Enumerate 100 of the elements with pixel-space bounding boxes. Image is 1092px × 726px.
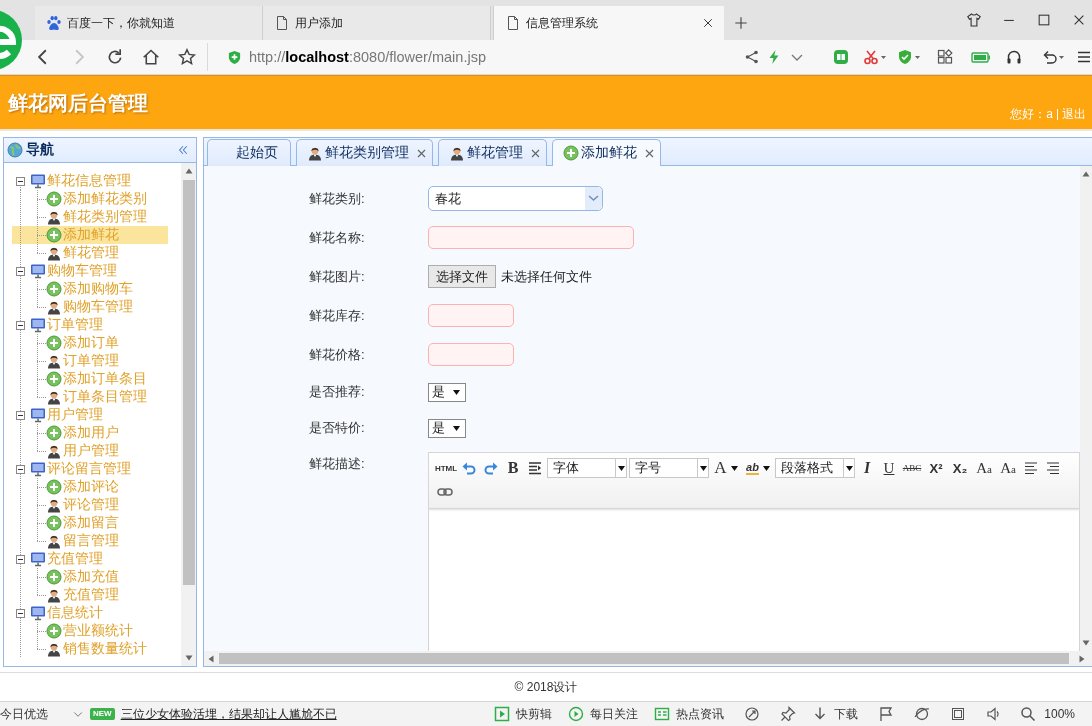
scrollbar-thumb[interactable]	[219, 653, 1069, 664]
toolbar-dropdown[interactable]: 段落格式	[775, 458, 855, 478]
close-icon[interactable]	[1072, 13, 1086, 27]
minus-box-icon[interactable]	[15, 554, 25, 564]
today-picks-label[interactable]: 今日优选	[0, 705, 48, 723]
double-chevron-icon[interactable]	[177, 143, 189, 157]
new-tab-icon[interactable]	[734, 16, 748, 30]
arrow-right-icon[interactable]	[1078, 654, 1086, 663]
greeting-text: 您好：a	[1010, 106, 1053, 123]
minus-box-icon[interactable]	[15, 176, 25, 186]
text-field[interactable]	[428, 226, 634, 249]
browser-tab[interactable]: 用户添加	[263, 6, 491, 40]
select-dropdown[interactable]: 是	[428, 382, 466, 402]
daily-follow-button[interactable]: 每日关注	[568, 705, 639, 723]
font-color-button[interactable]: A	[711, 458, 741, 478]
superscript-button[interactable]: X²	[925, 458, 947, 478]
plus-circle-icon	[46, 623, 62, 639]
plus-circle-icon	[46, 371, 62, 387]
case-button[interactable]: Aa	[997, 458, 1019, 478]
undo-icon[interactable]	[1041, 49, 1065, 65]
text-field[interactable]	[428, 304, 514, 327]
window-icon[interactable]	[950, 706, 967, 722]
hot-news-button[interactable]: 热点资讯	[654, 705, 725, 723]
scrollbar-thumb[interactable]	[182, 180, 195, 585]
arrow-up-icon[interactable]	[184, 167, 193, 175]
arrow-down-icon[interactable]	[1082, 639, 1090, 647]
field-label: 鲜花价格:	[309, 345, 366, 364]
monitor-icon	[30, 407, 46, 423]
app-title: 鲜花网后台管理	[8, 91, 148, 116]
minus-box-icon[interactable]	[15, 410, 25, 420]
headline-link[interactable]: 三位少女体验活埋，结果却让人尴尬不已	[120, 705, 337, 723]
tab[interactable]: 鲜花类别管理	[296, 139, 433, 166]
tab[interactable]: 起始页	[207, 139, 291, 166]
person-icon	[46, 209, 62, 225]
maximize-icon[interactable]	[1037, 13, 1051, 27]
field-label: 鲜花描述:	[309, 455, 366, 473]
orbit-icon[interactable]	[914, 706, 931, 722]
caret-icon	[617, 465, 625, 471]
scrollbar[interactable]	[181, 163, 196, 666]
close-icon[interactable]	[531, 148, 540, 158]
close-icon[interactable]	[645, 148, 654, 158]
browser-tab[interactable]: 百度一下，你就知道	[35, 6, 263, 40]
subscript-button[interactable]: X₂	[949, 458, 971, 478]
share-icon[interactable]	[744, 49, 760, 65]
grid-icon[interactable]	[937, 49, 953, 65]
close-icon[interactable]	[417, 148, 426, 158]
arrow-left-icon[interactable]	[207, 654, 215, 663]
scrollbar[interactable]	[204, 651, 1092, 666]
tab[interactable]: 鲜花管理	[438, 139, 547, 166]
zoom-button[interactable]: 100%	[1020, 706, 1075, 722]
align-left-icon[interactable]	[1023, 460, 1039, 476]
indent-icon[interactable]	[527, 460, 543, 476]
scissors-icon[interactable]	[863, 49, 887, 65]
panel-title: 导航	[26, 141, 55, 159]
case-button[interactable]: Aa	[973, 458, 995, 478]
text-field[interactable]	[428, 343, 514, 366]
category-dropdown[interactable]: 春花	[428, 186, 603, 211]
globe-icon	[7, 142, 23, 158]
undo-icon[interactable]	[461, 460, 477, 476]
home-icon[interactable]	[142, 48, 160, 66]
app-tile-icon[interactable]	[833, 49, 849, 65]
bold-button[interactable]: B	[503, 458, 523, 478]
underline-button[interactable]: U	[879, 458, 899, 478]
shirt-icon[interactable]	[966, 12, 982, 28]
minus-box-icon[interactable]	[15, 608, 25, 618]
align-right-icon[interactable]	[1045, 460, 1061, 476]
minus-box-icon[interactable]	[15, 320, 25, 330]
highlight-button[interactable]: ab	[743, 458, 773, 478]
headphones-icon[interactable]	[1006, 49, 1022, 65]
strikethrough-button[interactable]: ABC	[901, 458, 923, 478]
flag-icon[interactable]	[878, 706, 895, 722]
select-dropdown[interactable]: 是	[428, 418, 466, 438]
scrollbar[interactable]	[1080, 166, 1092, 651]
star-icon[interactable]	[178, 48, 196, 66]
monitor-icon	[30, 605, 46, 621]
pin-icon[interactable]	[780, 706, 797, 722]
toolbar-dropdown[interactable]: 字号	[629, 458, 709, 478]
close-icon[interactable]	[702, 17, 714, 29]
person-icon	[46, 533, 62, 549]
choose-file-button[interactable]: 选择文件	[428, 265, 496, 288]
minus-box-icon[interactable]	[15, 464, 25, 474]
minus-box-icon[interactable]	[15, 266, 25, 276]
menu-icon[interactable]	[1076, 49, 1092, 65]
arrow-up-icon[interactable]	[1082, 170, 1090, 178]
italic-button[interactable]: I	[857, 458, 877, 478]
battery-icon[interactable]	[971, 49, 991, 65]
downloads-button[interactable]: 下载	[812, 705, 859, 723]
toolbar-dropdown[interactable]: 字体	[547, 458, 627, 478]
arrow-circle-icon[interactable]	[744, 706, 761, 722]
html-source-button[interactable]: HTML	[435, 458, 457, 478]
monitor-icon	[30, 461, 46, 477]
shield-icon[interactable]	[897, 49, 921, 65]
browser-tab[interactable]: 信息管理系统	[493, 6, 724, 40]
reload-icon[interactable]	[106, 48, 124, 66]
video-clip-button[interactable]: 快剪辑	[494, 705, 553, 723]
shield-icon	[227, 49, 242, 65]
address-field[interactable]: http://localhost:8080/flower/main.jsp	[207, 43, 740, 71]
tab[interactable]: 添加鲜花	[552, 139, 661, 166]
arrow-down-icon[interactable]	[184, 654, 193, 662]
redo-icon[interactable]	[483, 460, 499, 476]
